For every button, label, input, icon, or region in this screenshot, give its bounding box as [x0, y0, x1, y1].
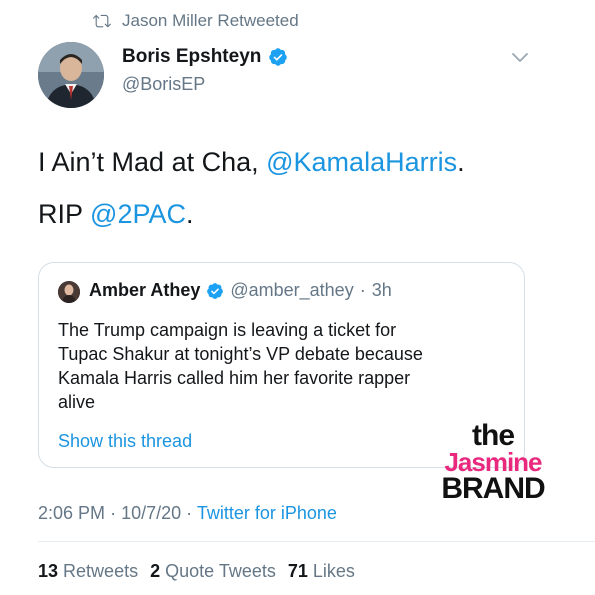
likes-count: 71	[287, 561, 308, 581]
tweet-text-line-1: I Ain’t Mad at Cha, @KamalaHarris.	[38, 145, 465, 179]
quoted-tweet-text: The Trump campaign is leaving a ticket f…	[58, 318, 508, 414]
author-display-name[interactable]: Boris Epshteyn	[122, 46, 261, 68]
divider	[38, 541, 595, 542]
tweet-source-link[interactable]: Twitter for iPhone	[197, 503, 337, 523]
verified-badge-icon	[207, 282, 224, 299]
show-thread-link[interactable]: Show this thread	[58, 431, 192, 452]
author-handle[interactable]: @BorisEP	[122, 74, 205, 95]
watermark-brand: BRAND	[441, 472, 545, 505]
quote-tweets-label: Quote Tweets	[165, 561, 276, 581]
chevron-down-icon[interactable]	[511, 52, 529, 64]
avatar-image	[38, 42, 104, 108]
quoted-text-line: The Trump campaign is leaving a ticket f…	[58, 320, 397, 340]
likes-label: Likes	[312, 561, 355, 581]
quoted-time-separator: ·	[359, 280, 366, 300]
retweet-context: Jason Miller Retweeted	[92, 8, 299, 34]
quoted-author-handle[interactable]: @amber_athey	[230, 280, 353, 301]
tweet-text-end: .	[185, 199, 194, 229]
author-avatar[interactable]	[38, 42, 104, 108]
tweet-time[interactable]: 2:06 PM	[38, 503, 105, 523]
quoted-text-line: Tupac Shakur at tonight’s VP debate beca…	[58, 344, 423, 364]
quote-tweets-stat[interactable]: 2 Quote Tweets	[150, 561, 276, 582]
quoted-author-name[interactable]: Amber Athey	[89, 280, 200, 301]
tweet-stats: 13 Retweets 2 Quote Tweets 71 Likes	[38, 561, 355, 582]
brand-watermark-logo: the Jasmine BRAND	[418, 419, 568, 505]
tweet-text-line-2: RIP @2PAC.	[38, 197, 193, 231]
author-name-row[interactable]: Boris Epshteyn	[122, 46, 288, 68]
tweet-meta: 2:06 PM · 10/7/20 · Twitter for iPhone	[38, 503, 337, 524]
retweets-label: Retweets	[63, 561, 139, 581]
retweeted-by-label[interactable]: Jason Miller Retweeted	[122, 11, 299, 31]
mention-link[interactable]: @KamalaHarris	[266, 147, 457, 177]
meta-separator: ·	[110, 503, 117, 523]
tweet-text-end: .	[457, 147, 465, 177]
quoted-tweet-time[interactable]: 3h	[372, 280, 392, 301]
quoted-tweet-header: Amber Athey @amber_athey · 3h	[89, 280, 392, 301]
quoted-text-line: Kamala Harris called him her favorite ra…	[58, 368, 411, 388]
verified-badge-icon	[269, 48, 288, 66]
quoted-author-avatar[interactable]	[58, 281, 80, 303]
tweet-date[interactable]: 10/7/20	[121, 503, 181, 523]
likes-stat[interactable]: 71 Likes	[288, 561, 355, 582]
tweet-text: I Ain’t Mad at Cha,	[38, 147, 267, 177]
mention-link[interactable]: @2PAC	[90, 199, 186, 229]
watermark-the: the	[472, 419, 515, 452]
meta-separator: ·	[186, 503, 193, 523]
quoted-text-line: alive	[58, 392, 96, 412]
avatar-image	[58, 281, 80, 303]
retweets-count: 13	[38, 561, 59, 581]
retweets-stat[interactable]: 13 Retweets	[38, 561, 138, 582]
tweet-text: RIP	[38, 199, 91, 229]
retweet-icon	[93, 14, 111, 28]
quote-tweets-count: 2	[150, 561, 161, 581]
